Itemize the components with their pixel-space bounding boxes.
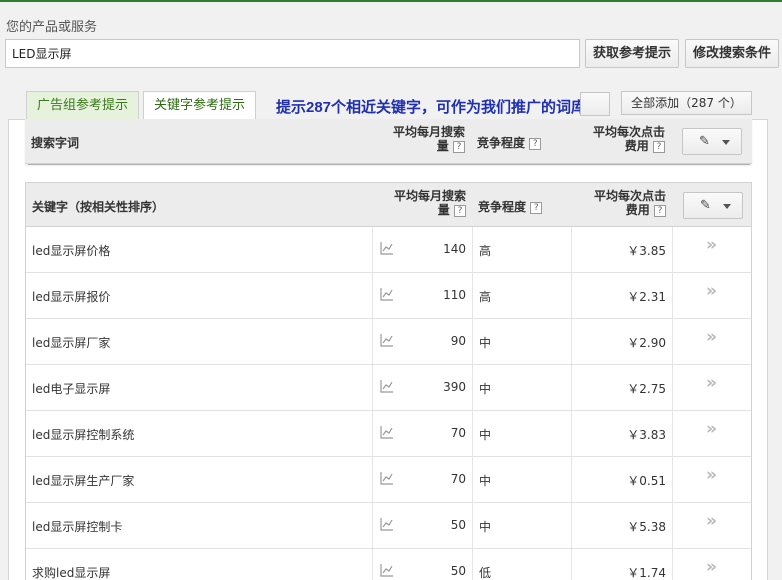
cpc-cell: ￥2.75 — [627, 382, 666, 396]
cpc-cell: ￥0.51 — [627, 474, 666, 488]
sticky-table-header: 搜索字词 平均每月搜索 量 ? 竞争程度 ? 平均每次点击 费用 ? ✎ — [25, 119, 752, 164]
keyword-table-body: led显示屏价格 140 高 ￥3.85 » led显示屏报价 110 高 ￥2… — [25, 227, 752, 580]
monthly-searches-cell: 90 — [450, 334, 466, 348]
column-header-keyword[interactable]: 关键字（按相关性排序） — [32, 198, 164, 215]
table-row: led显示屏价格 140 高 ￥3.85 » — [26, 227, 751, 273]
table-row: led显示屏生产厂家 70 中 ￥0.51 » — [26, 457, 751, 503]
column-header-cpc[interactable]: 平均每次点击 费用 ? — [581, 189, 666, 217]
cpc-cell: ￥5.38 — [627, 520, 666, 534]
trend-chart-icon[interactable] — [380, 563, 394, 577]
edit-columns-button[interactable]: ✎ — [683, 192, 743, 219]
help-icon[interactable]: ? — [530, 201, 543, 214]
column-header-monthly-searches[interactable]: 平均每月搜索 量 ? — [375, 125, 465, 153]
table-row: led显示屏报价 110 高 ￥2.31 » — [26, 273, 751, 319]
column-header-monthly-searches[interactable]: 平均每月搜索 量 ? — [376, 189, 466, 217]
double-chevron-right-icon[interactable]: » — [706, 373, 717, 393]
help-icon[interactable]: ? — [653, 140, 665, 153]
table-header: 关键字（按相关性排序） 平均每月搜索 量 ? 竞争程度 ? 平均每次点击 费用 … — [25, 182, 752, 227]
monthly-searches-cell: 390 — [443, 380, 466, 394]
double-chevron-right-icon[interactable]: » — [706, 419, 717, 439]
column-header-cpc[interactable]: 平均每次点击 费用 ? — [580, 125, 665, 153]
trend-chart-icon[interactable] — [380, 471, 394, 485]
trend-chart-icon[interactable] — [380, 333, 394, 347]
competition-cell: 高 — [479, 244, 492, 258]
double-chevron-right-icon[interactable]: » — [706, 235, 717, 255]
annotation-text: 提示287个相近关键字，可作为我们推广的词库 — [276, 99, 587, 116]
keyword-cell: led显示屏报价 — [32, 290, 111, 304]
monthly-searches-cell: 140 — [443, 242, 466, 256]
keyword-cell: led显示屏生产厂家 — [32, 474, 135, 488]
column-header-search-term[interactable]: 搜索字词 — [31, 134, 79, 151]
double-chevron-right-icon[interactable]: » — [706, 281, 717, 301]
cpc-cell: ￥1.74 — [627, 566, 666, 580]
table-row: led显示屏控制系统 70 中 ￥3.83 » — [26, 411, 751, 457]
table-row: led显示屏厂家 90 中 ￥2.90 » — [26, 319, 751, 365]
pencil-icon: ✎ — [700, 198, 711, 213]
trend-chart-icon[interactable] — [380, 241, 394, 255]
divider — [28, 164, 750, 165]
edit-columns-button[interactable]: ✎ — [682, 128, 742, 155]
table-row: led电子显示屏 390 中 ￥2.75 » — [26, 365, 751, 411]
cpc-cell: ￥3.85 — [627, 244, 666, 258]
trend-chart-icon[interactable] — [380, 287, 394, 301]
pencil-icon: ✎ — [699, 134, 710, 149]
competition-cell: 中 — [479, 520, 492, 534]
double-chevron-right-icon[interactable]: » — [706, 327, 717, 347]
help-icon[interactable]: ? — [654, 204, 666, 217]
competition-cell: 中 — [479, 428, 492, 442]
table-row: led显示屏控制卡 50 中 ￥5.38 » — [26, 503, 751, 549]
tab-adgroup-ideas[interactable]: 广告组参考提示 — [26, 91, 140, 119]
monthly-searches-cell: 70 — [450, 426, 466, 440]
monthly-searches-cell: 110 — [443, 288, 466, 302]
double-chevron-right-icon[interactable]: » — [706, 511, 717, 531]
trend-chart-icon[interactable] — [380, 425, 394, 439]
double-chevron-right-icon[interactable]: » — [706, 557, 717, 577]
add-all-button[interactable]: 全部添加（287 个） — [621, 91, 752, 115]
tab-keyword-ideas[interactable]: 关键字参考提示 — [143, 91, 257, 120]
chevron-down-icon — [723, 204, 731, 209]
product-service-input[interactable] — [5, 39, 580, 68]
cpc-cell: ￥2.90 — [627, 336, 666, 350]
toolbar-button[interactable] — [580, 92, 610, 116]
table-row: 求购led显示屏 50 低 ￥1.74 » — [26, 549, 751, 580]
competition-cell: 中 — [479, 382, 492, 396]
column-header-competition[interactable]: 竞争程度 ? — [478, 198, 543, 215]
keyword-cell: led显示屏价格 — [32, 244, 111, 258]
column-header-competition[interactable]: 竞争程度 ? — [477, 134, 542, 151]
monthly-searches-cell: 70 — [450, 472, 466, 486]
keyword-cell: led显示屏控制卡 — [32, 520, 123, 534]
modify-search-button[interactable]: 修改搜索条件 — [685, 39, 779, 68]
cpc-cell: ￥2.31 — [627, 290, 666, 304]
help-icon[interactable]: ? — [529, 137, 542, 150]
get-ideas-button[interactable]: 获取参考提示 — [585, 39, 679, 68]
cpc-cell: ￥3.83 — [627, 428, 666, 442]
trend-chart-icon[interactable] — [380, 517, 394, 531]
keyword-cell: 求购led显示屏 — [32, 566, 111, 580]
help-icon[interactable]: ? — [454, 204, 466, 217]
keyword-cell: led显示屏控制系统 — [32, 428, 135, 442]
help-icon[interactable]: ? — [453, 140, 465, 153]
keyword-cell: led显示屏厂家 — [32, 336, 111, 350]
competition-cell: 中 — [479, 474, 492, 488]
product-service-label: 您的产品或服务 — [6, 20, 98, 35]
double-chevron-right-icon[interactable]: » — [706, 465, 717, 485]
trend-chart-icon[interactable] — [380, 379, 394, 393]
keyword-cell: led电子显示屏 — [32, 382, 111, 396]
chevron-down-icon — [722, 140, 730, 145]
monthly-searches-cell: 50 — [450, 518, 466, 532]
competition-cell: 低 — [479, 566, 492, 580]
competition-cell: 中 — [479, 336, 492, 350]
competition-cell: 高 — [479, 290, 492, 304]
monthly-searches-cell: 50 — [450, 564, 466, 578]
